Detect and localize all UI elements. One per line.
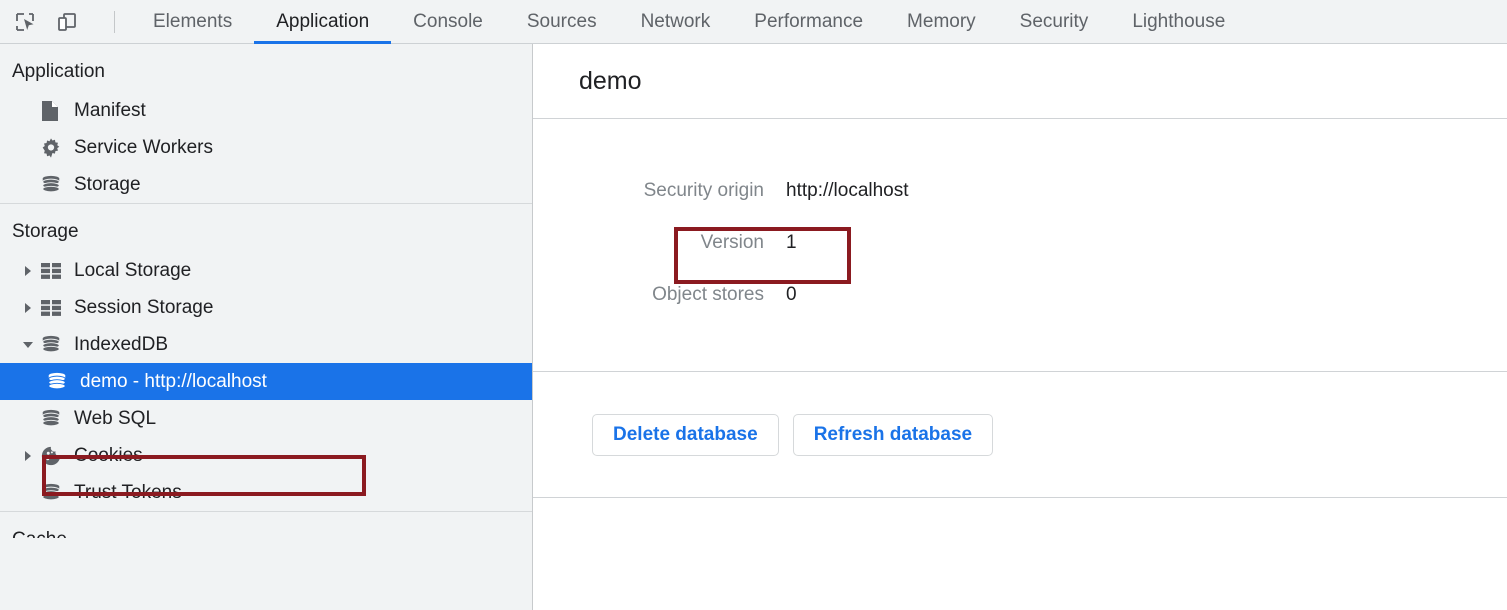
tab-lighthouse-label: Lighthouse	[1132, 10, 1226, 32]
gear-icon	[40, 136, 66, 160]
chevron-right-icon[interactable]	[18, 261, 38, 281]
sidebar-section-storage-title: Storage	[12, 221, 79, 242]
table-icon	[40, 296, 66, 320]
field-security-origin-value: http://localhost	[786, 180, 909, 201]
tab-security[interactable]: Security	[998, 0, 1111, 44]
field-object-stores-value: 0	[786, 284, 797, 305]
tab-memory-label: Memory	[907, 10, 976, 32]
tab-sources-label: Sources	[526, 10, 597, 32]
document-icon	[40, 99, 66, 123]
sidebar-item-indexeddb[interactable]: IndexedDB	[0, 326, 532, 363]
tab-console-label: Console	[413, 10, 483, 32]
sidebar-item-local-storage[interactable]: Local Storage	[0, 252, 532, 289]
database-icon	[40, 407, 66, 431]
sidebar-item-session-storage[interactable]: Session Storage	[0, 289, 532, 326]
tab-performance[interactable]: Performance	[732, 0, 885, 44]
field-security-origin-label: Security origin	[643, 180, 764, 201]
field-object-stores: Object stores 0	[533, 269, 1507, 321]
field-security-origin: Security origin http://localhost	[533, 165, 1507, 217]
refresh-database-button[interactable]: Refresh database	[792, 413, 994, 456]
database-title: demo	[533, 44, 1507, 119]
tab-memory[interactable]: Memory	[885, 0, 998, 44]
sidebar-item-trust-tokens[interactable]: Trust Tokens	[0, 474, 532, 511]
sidebar-item-session-storage-label: Session Storage	[74, 297, 214, 318]
database-icon	[40, 333, 66, 357]
database-icon	[40, 173, 66, 197]
sidebar-item-trust-tokens-label: Trust Tokens	[74, 482, 182, 503]
sidebar-section-cache: Cache	[0, 511, 532, 610]
field-object-stores-label: Object stores	[652, 284, 764, 305]
devtools-body: Application Manifest Service Workers Sto…	[0, 44, 1507, 610]
tab-application[interactable]: Application	[254, 0, 392, 44]
toolbar-icon-group	[0, 7, 131, 37]
chevron-down-icon[interactable]	[18, 335, 38, 355]
database-metadata: Security origin http://localhost Version…	[533, 119, 1507, 321]
inspect-element-icon[interactable]	[10, 7, 40, 37]
sidebar-item-web-sql[interactable]: Web SQL	[0, 400, 532, 437]
tab-console[interactable]: Console	[391, 0, 505, 44]
cookie-icon	[40, 444, 66, 468]
sidebar-item-manifest[interactable]: Manifest	[0, 92, 532, 129]
database-icon	[40, 481, 66, 505]
sidebar-section-application-title: Application	[12, 61, 105, 82]
sidebar-item-web-sql-label: Web SQL	[74, 408, 157, 429]
sidebar-item-indexeddb-label: IndexedDB	[74, 334, 169, 355]
sidebar-section-cache-title: Cache	[0, 516, 532, 538]
field-version: Version 1	[533, 217, 1507, 269]
tab-application-label: Application	[276, 10, 370, 32]
sidebar-item-cookies[interactable]: Cookies	[0, 437, 532, 474]
sidebar-section-application: Application Manifest Service Workers Sto…	[0, 44, 532, 203]
sidebar-item-storage[interactable]: Storage	[0, 166, 532, 203]
database-icon	[46, 370, 72, 394]
sidebar-item-cookies-label: Cookies	[74, 445, 143, 466]
sidebar-item-storage-label: Storage	[74, 174, 141, 195]
indexeddb-detail-panel: demo Security origin http://localhost Ve…	[533, 44, 1507, 610]
tab-network[interactable]: Network	[619, 0, 733, 44]
tab-network-label: Network	[640, 10, 711, 32]
devtools-tab-list: Elements Application Console Sources Net…	[131, 0, 1247, 44]
sidebar-item-local-storage-label: Local Storage	[74, 260, 192, 281]
database-action-buttons: Delete database Refresh database	[533, 372, 1507, 497]
toolbar-divider	[114, 10, 115, 33]
sidebar-item-demo-database-label: demo - http://localhost	[80, 371, 267, 392]
tab-performance-label: Performance	[754, 10, 864, 32]
tab-elements[interactable]: Elements	[131, 0, 254, 44]
sidebar-section-storage: Storage Local Storage Session Storage In…	[0, 203, 532, 511]
device-toolbar-icon[interactable]	[52, 7, 82, 37]
sidebar-item-service-workers-label: Service Workers	[74, 137, 214, 158]
tab-security-label: Security	[1019, 10, 1089, 32]
delete-database-button[interactable]: Delete database	[592, 413, 779, 456]
application-sidebar: Application Manifest Service Workers Sto…	[0, 44, 533, 610]
sidebar-item-demo-database[interactable]: demo - http://localhost	[0, 363, 532, 400]
sidebar-item-manifest-label: Manifest	[74, 100, 146, 121]
tab-sources[interactable]: Sources	[505, 0, 619, 44]
devtools-toolbar: Elements Application Console Sources Net…	[0, 0, 1507, 44]
chevron-right-icon[interactable]	[18, 446, 38, 466]
chevron-right-icon[interactable]	[18, 298, 38, 318]
tab-lighthouse[interactable]: Lighthouse	[1110, 0, 1247, 44]
table-icon	[40, 259, 66, 283]
tab-elements-label: Elements	[153, 10, 233, 32]
panel-divider-bottom	[533, 497, 1507, 498]
field-version-label: Version	[700, 232, 764, 253]
field-version-value: 1	[786, 232, 797, 253]
sidebar-item-service-workers[interactable]: Service Workers	[0, 129, 532, 166]
